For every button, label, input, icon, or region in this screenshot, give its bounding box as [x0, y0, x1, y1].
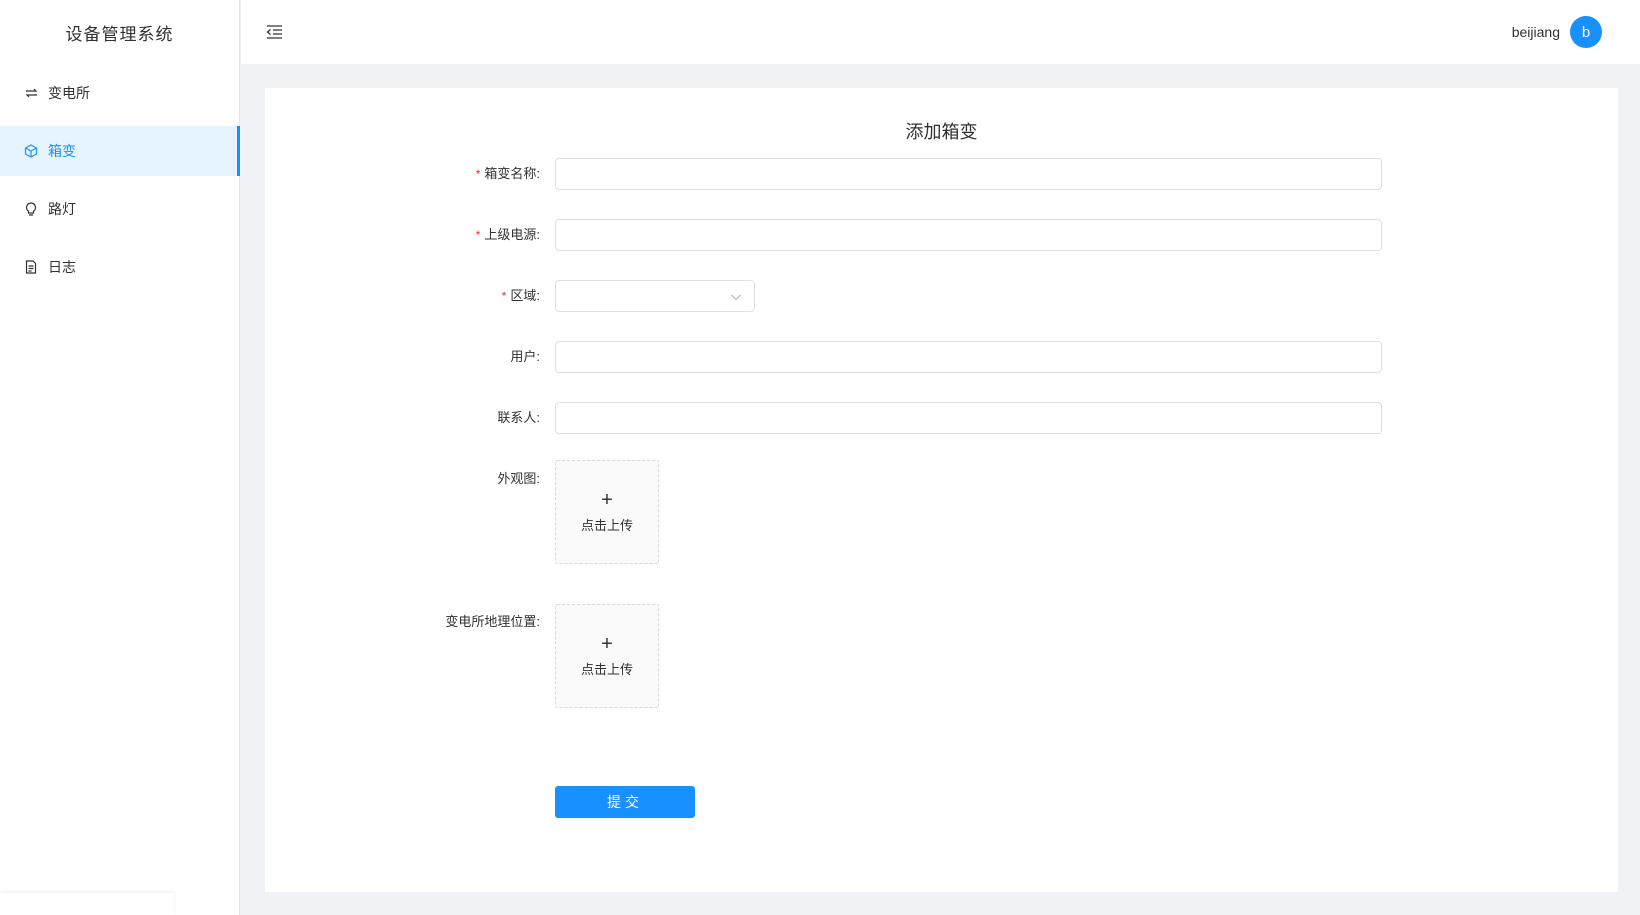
plus-icon: +	[601, 632, 613, 655]
submit-button[interactable]: 提交	[555, 786, 695, 818]
sidebar-item-log[interactable]: 日志	[0, 242, 239, 292]
username: beijiang	[1511, 24, 1560, 40]
chevron-down-icon	[730, 290, 742, 308]
required-mark: *	[501, 289, 507, 303]
sidebar-item-box-transformer[interactable]: 箱变	[0, 126, 240, 176]
plus-icon: +	[601, 488, 613, 511]
sidebar-item-label: 箱变	[48, 143, 76, 159]
avatar[interactable]: b	[1570, 16, 1602, 48]
swap-icon	[24, 86, 38, 100]
name-input[interactable]	[555, 158, 1382, 190]
appearance-upload[interactable]: + 点击上传	[555, 460, 659, 564]
region-select[interactable]	[555, 280, 755, 312]
form-card: 添加箱变 * 箱变名称: * 上级电源: * 区域: 用户: 联系人: 外观图: + …	[265, 88, 1618, 892]
sidebar: 设备管理系统 变电所 箱变 路灯 日志	[0, 0, 240, 915]
cube-icon	[24, 144, 38, 158]
appearance-label: 外观图:	[497, 471, 540, 486]
sidebar-menu: 变电所 箱变 路灯 日志	[0, 68, 240, 292]
name-label: * 箱变名称:	[475, 166, 540, 181]
sidebar-item-streetlight[interactable]: 路灯	[0, 184, 239, 234]
sidebar-item-label: 路灯	[48, 201, 76, 217]
sidebar-footer	[0, 893, 174, 915]
upload-text: 点击上传	[580, 661, 633, 677]
upload-text: 点击上传	[580, 517, 633, 533]
menu-fold-icon[interactable]	[265, 23, 283, 41]
page-title: 添加箱变	[905, 122, 978, 142]
sidebar-item-label: 变电所	[48, 85, 90, 101]
contact-input[interactable]	[555, 402, 1382, 434]
required-mark: *	[475, 228, 481, 242]
user-label: 用户:	[510, 349, 540, 364]
location-label: 变电所地理位置:	[445, 614, 540, 629]
file-icon	[24, 260, 38, 274]
app-title: 设备管理系统	[65, 24, 174, 44]
required-mark: *	[475, 167, 481, 181]
power-label: * 上级电源:	[475, 227, 540, 242]
bulb-icon	[24, 202, 38, 216]
region-label: * 区域:	[501, 288, 540, 303]
user-input[interactable]	[555, 341, 1382, 373]
sidebar-item-label: 日志	[48, 259, 76, 275]
contact-label: 联系人:	[497, 410, 540, 425]
sidebar-item-substation[interactable]: 变电所	[0, 68, 239, 118]
top-header: beijiang b	[240, 0, 1640, 64]
power-input[interactable]	[555, 219, 1382, 251]
user-menu[interactable]: beijiang b	[1512, 16, 1602, 48]
location-upload[interactable]: + 点击上传	[555, 604, 659, 708]
